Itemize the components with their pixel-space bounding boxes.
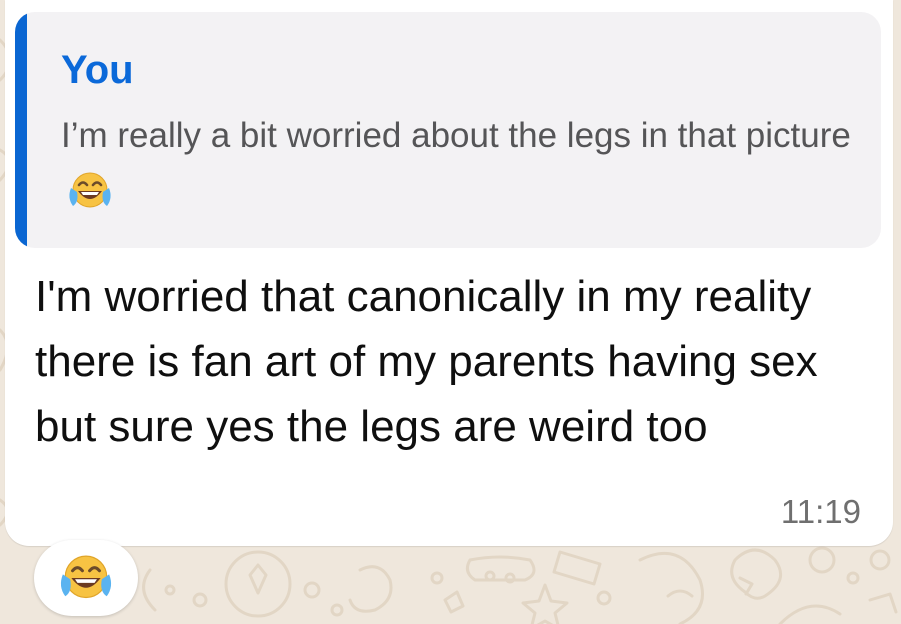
face-with-tears-of-joy-icon (58, 552, 114, 604)
face-with-tears-of-joy-icon (67, 170, 113, 212)
quoted-text: I’m really a bit worried about the legs … (61, 116, 851, 155)
quoted-author: You (61, 48, 134, 92)
message-bubble[interactable]: You I’m really a bit worried about the l… (5, 0, 893, 546)
reaction-badge[interactable] (34, 540, 138, 616)
message-text: I'm worried that canonically in my reali… (35, 272, 818, 451)
quoted-message[interactable]: You I’m really a bit worried about the l… (15, 12, 881, 248)
quoted-text-container: I’m really a bit worried about the legs … (61, 108, 871, 220)
message-timestamp: 11:19 (780, 493, 861, 530)
quote-accent-bar (15, 12, 27, 248)
